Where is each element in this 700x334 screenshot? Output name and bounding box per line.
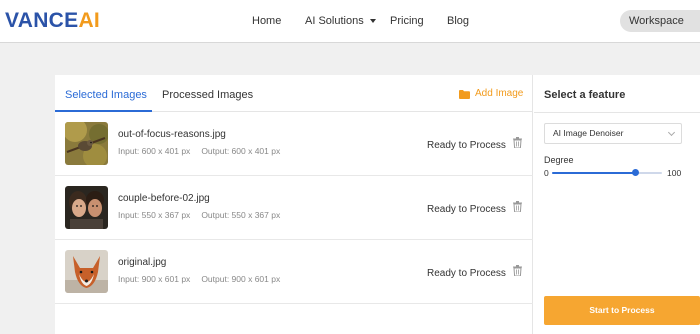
slider-min-label: 0 bbox=[544, 168, 549, 178]
image-filename: original.jpg bbox=[118, 257, 167, 268]
list-item: couple-before-02.jpg Input: 550 x 367 px… bbox=[55, 177, 533, 240]
active-tab-indicator bbox=[55, 110, 152, 112]
workspace-panel: Selected Images Processed Images Add Ima… bbox=[55, 75, 700, 334]
slider-fill bbox=[552, 172, 635, 174]
slider-max-label: 100 bbox=[667, 168, 682, 178]
list-item: out-of-focus-reasons.jpg Input: 600 x 40… bbox=[55, 113, 533, 176]
status-text: Ready to Process bbox=[427, 140, 506, 151]
image-filename: out-of-focus-reasons.jpg bbox=[118, 129, 226, 140]
top-navigation: VANCEAI Home AI Solutions Pricing Blog W… bbox=[0, 0, 700, 43]
image-thumbnail bbox=[65, 186, 108, 229]
nav-home-link[interactable]: Home bbox=[252, 14, 281, 28]
trash-icon[interactable] bbox=[513, 201, 522, 212]
status-text: Ready to Process bbox=[427, 268, 506, 279]
image-dimensions: Input: 600 x 401 px Output: 600 x 401 px bbox=[118, 146, 280, 157]
status-text: Ready to Process bbox=[427, 204, 506, 215]
input-size: Input: 900 x 601 px bbox=[118, 274, 191, 284]
degree-label: Degree bbox=[544, 155, 574, 165]
output-size: Output: 550 x 367 px bbox=[201, 210, 281, 220]
nav-blog-link[interactable]: Blog bbox=[447, 14, 469, 28]
image-list-panel: Selected Images Processed Images Add Ima… bbox=[55, 75, 533, 334]
nav-ai-solutions-label: AI Solutions bbox=[305, 15, 364, 27]
folder-icon bbox=[459, 89, 470, 99]
nav-ai-solutions-menu[interactable]: AI Solutions bbox=[305, 14, 376, 28]
input-size: Input: 550 x 367 px bbox=[118, 210, 191, 220]
input-size: Input: 600 x 401 px bbox=[118, 146, 191, 156]
feature-select-value: AI Image Denoiser bbox=[553, 128, 624, 138]
feature-panel-title: Select a feature bbox=[544, 89, 626, 101]
trash-icon[interactable] bbox=[513, 265, 522, 276]
workspace-button[interactable]: Workspace bbox=[620, 10, 700, 32]
feature-panel: Select a feature AI Image Denoiser Degre… bbox=[534, 75, 700, 334]
image-thumbnail bbox=[65, 250, 108, 293]
slider-handle[interactable] bbox=[631, 169, 639, 176]
output-size: Output: 600 x 401 px bbox=[201, 146, 281, 156]
degree-slider[interactable] bbox=[552, 169, 662, 176]
trash-icon[interactable] bbox=[513, 137, 522, 148]
output-size: Output: 900 x 601 px bbox=[201, 274, 281, 284]
start-process-button[interactable]: Start to Process bbox=[544, 296, 700, 325]
image-filename: couple-before-02.jpg bbox=[118, 193, 210, 204]
tab-selected-images[interactable]: Selected Images bbox=[65, 88, 147, 102]
list-item: original.jpg Input: 900 x 601 px Output: … bbox=[55, 241, 533, 304]
image-tabs: Selected Images Processed Images Add Ima… bbox=[55, 75, 533, 112]
chevron-down-icon bbox=[369, 19, 376, 24]
add-image-button[interactable]: Add Image bbox=[459, 87, 523, 101]
divider bbox=[534, 112, 700, 113]
tab-processed-images[interactable]: Processed Images bbox=[162, 88, 253, 102]
logo-text-vance: VANCE bbox=[5, 9, 79, 32]
image-dimensions: Input: 900 x 601 px Output: 900 x 601 px bbox=[118, 274, 280, 285]
chevron-down-icon bbox=[667, 128, 676, 137]
nav-pricing-link[interactable]: Pricing bbox=[390, 14, 424, 28]
image-dimensions: Input: 550 x 367 px Output: 550 x 367 px bbox=[118, 210, 280, 221]
logo-text-ai: AI bbox=[78, 9, 101, 32]
feature-select[interactable]: AI Image Denoiser bbox=[544, 123, 682, 144]
image-thumbnail bbox=[65, 122, 108, 165]
add-image-label: Add Image bbox=[475, 88, 524, 99]
vanceai-logo[interactable]: VANCEAI bbox=[5, 9, 100, 33]
